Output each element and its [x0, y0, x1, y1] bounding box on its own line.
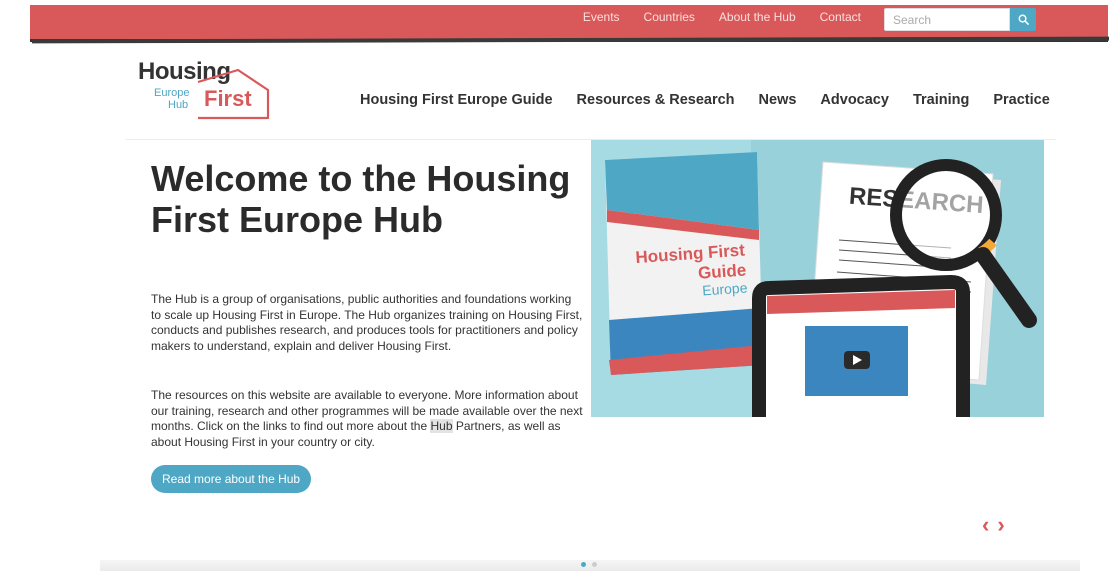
logo-first-text: First: [204, 86, 252, 111]
nav-practice[interactable]: Practice: [993, 92, 1049, 108]
top-links: Events Countries About the Hub Contact: [571, 9, 873, 25]
nav-guide[interactable]: Housing First Europe Guide: [360, 92, 553, 108]
read-more-hub-button[interactable]: Read more about the Hub: [151, 465, 312, 493]
carousel-dot-1[interactable]: [581, 562, 586, 567]
logo-hub-text: Hub: [168, 99, 189, 111]
search-button[interactable]: [1010, 8, 1036, 31]
search-input[interactable]: [884, 8, 1010, 31]
carousel-next-icon[interactable]: ›: [997, 512, 1004, 538]
hero-illustration: Housing First Guide Europe RESEARCH: [591, 140, 1044, 417]
book-title-line3: Europe: [702, 279, 748, 298]
logo-europe-text: Europe: [154, 87, 190, 99]
hero-title: Welcome to the Housing First Europe Hub: [151, 158, 571, 240]
top-link-countries[interactable]: Countries: [632, 9, 707, 25]
nav-advocacy[interactable]: Advocacy: [820, 92, 889, 108]
search-icon: [1018, 14, 1029, 25]
site-logo[interactable]: Housing Europe Hub First: [138, 58, 273, 122]
hero-highlighted-word: Hub: [430, 419, 453, 434]
nav-training[interactable]: Training: [913, 92, 969, 108]
guide-book: Housing First Guide Europe: [605, 152, 763, 375]
hero-paragraph-resources: The resources on this website are availa…: [151, 388, 583, 450]
main-nav: Housing First Europe Guide Resources & R…: [360, 92, 1050, 108]
nav-news[interactable]: News: [759, 92, 797, 108]
tablet-video: [752, 274, 970, 417]
nav-resources[interactable]: Resources & Research: [577, 92, 735, 108]
carousel-dot-2[interactable]: [592, 562, 597, 567]
top-link-events[interactable]: Events: [571, 9, 632, 25]
carousel-prev-icon[interactable]: ‹: [982, 512, 989, 538]
carousel-arrows: ‹ ›: [982, 512, 1005, 538]
top-link-contact[interactable]: Contact: [808, 9, 873, 25]
search-bar: [884, 8, 1036, 31]
hero-paragraph-intro: The Hub is a group of organisations, pub…: [151, 292, 583, 353]
carousel-dots: [581, 562, 597, 567]
top-link-about[interactable]: About the Hub: [707, 9, 808, 25]
